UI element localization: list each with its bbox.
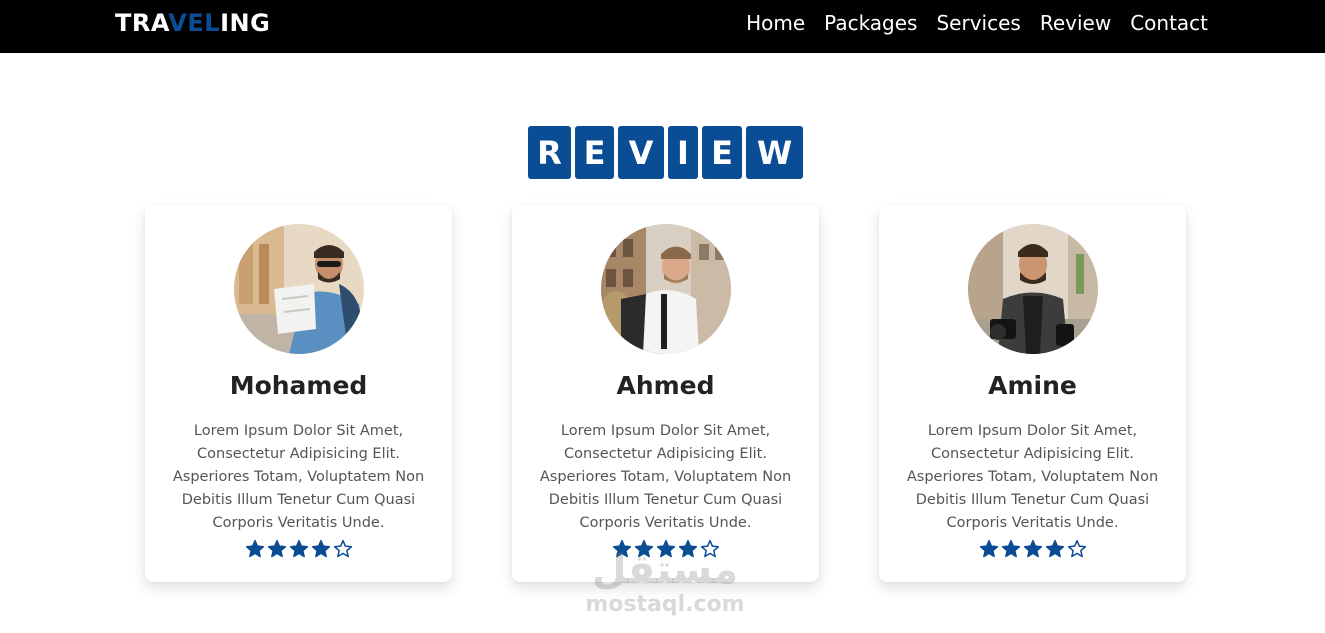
review-text: Lorem Ipsum Dolor Sit Amet, Consectetur … [906,423,1159,531]
nav-link-packages[interactable]: Packages [824,11,917,35]
watermark-latin: mostaql.com [585,592,745,617]
star-filled-icon [245,539,264,558]
reviewer-name: Ahmed [616,371,715,400]
nav-links: Home Packages Services Review Contact [746,11,1208,35]
reviewer-name: Amine [988,371,1077,400]
star-filled-icon [979,539,998,558]
title-letter: I [668,126,698,179]
reviewer-name: Mohamed [229,371,368,400]
nav-link-review[interactable]: Review [1040,11,1111,35]
star-rating [879,539,1186,559]
logo-part-3: ING [220,9,271,37]
review-text: Lorem Ipsum Dolor Sit Amet, Consectetur … [172,423,425,531]
title-letter: V [618,126,664,179]
title-letter: E [575,126,614,179]
nav-link-services[interactable]: Services [936,11,1020,35]
avatar [601,224,731,354]
star-filled-icon [267,539,286,558]
logo[interactable]: TRAVELING [115,9,270,37]
review-text: Lorem Ipsum Dolor Sit Amet, Consectetur … [539,423,792,531]
star-empty-icon [1067,539,1086,558]
section-title: R E V I E W [528,126,803,179]
review-card: Amine Lorem Ipsum Dolor Sit Amet, Consec… [879,205,1186,582]
watermark-arabic: مستقل [591,547,739,593]
avatar [234,224,364,354]
title-letter: W [746,126,803,179]
review-card: Mohamed Lorem Ipsum Dolor Sit Amet, Cons… [145,205,452,582]
title-letter: R [528,126,571,179]
avatar [968,224,1098,354]
logo-part-2: VEL [168,9,221,37]
star-filled-icon [1001,539,1020,558]
watermark: مستقل mostaql.com [580,548,750,618]
logo-part-1: TRA [115,9,169,37]
star-rating [145,539,452,559]
nav-link-home[interactable]: Home [746,11,805,35]
nav-link-contact[interactable]: Contact [1130,11,1208,35]
star-filled-icon [1023,539,1042,558]
star-filled-icon [1045,539,1064,558]
navbar: TRAVELING Home Packages Services Review … [0,0,1325,53]
star-filled-icon [289,539,308,558]
star-empty-icon [333,539,352,558]
title-letter: E [702,126,742,179]
star-filled-icon [311,539,330,558]
review-card: Ahmed Lorem Ipsum Dolor Sit Amet, Consec… [512,205,819,582]
